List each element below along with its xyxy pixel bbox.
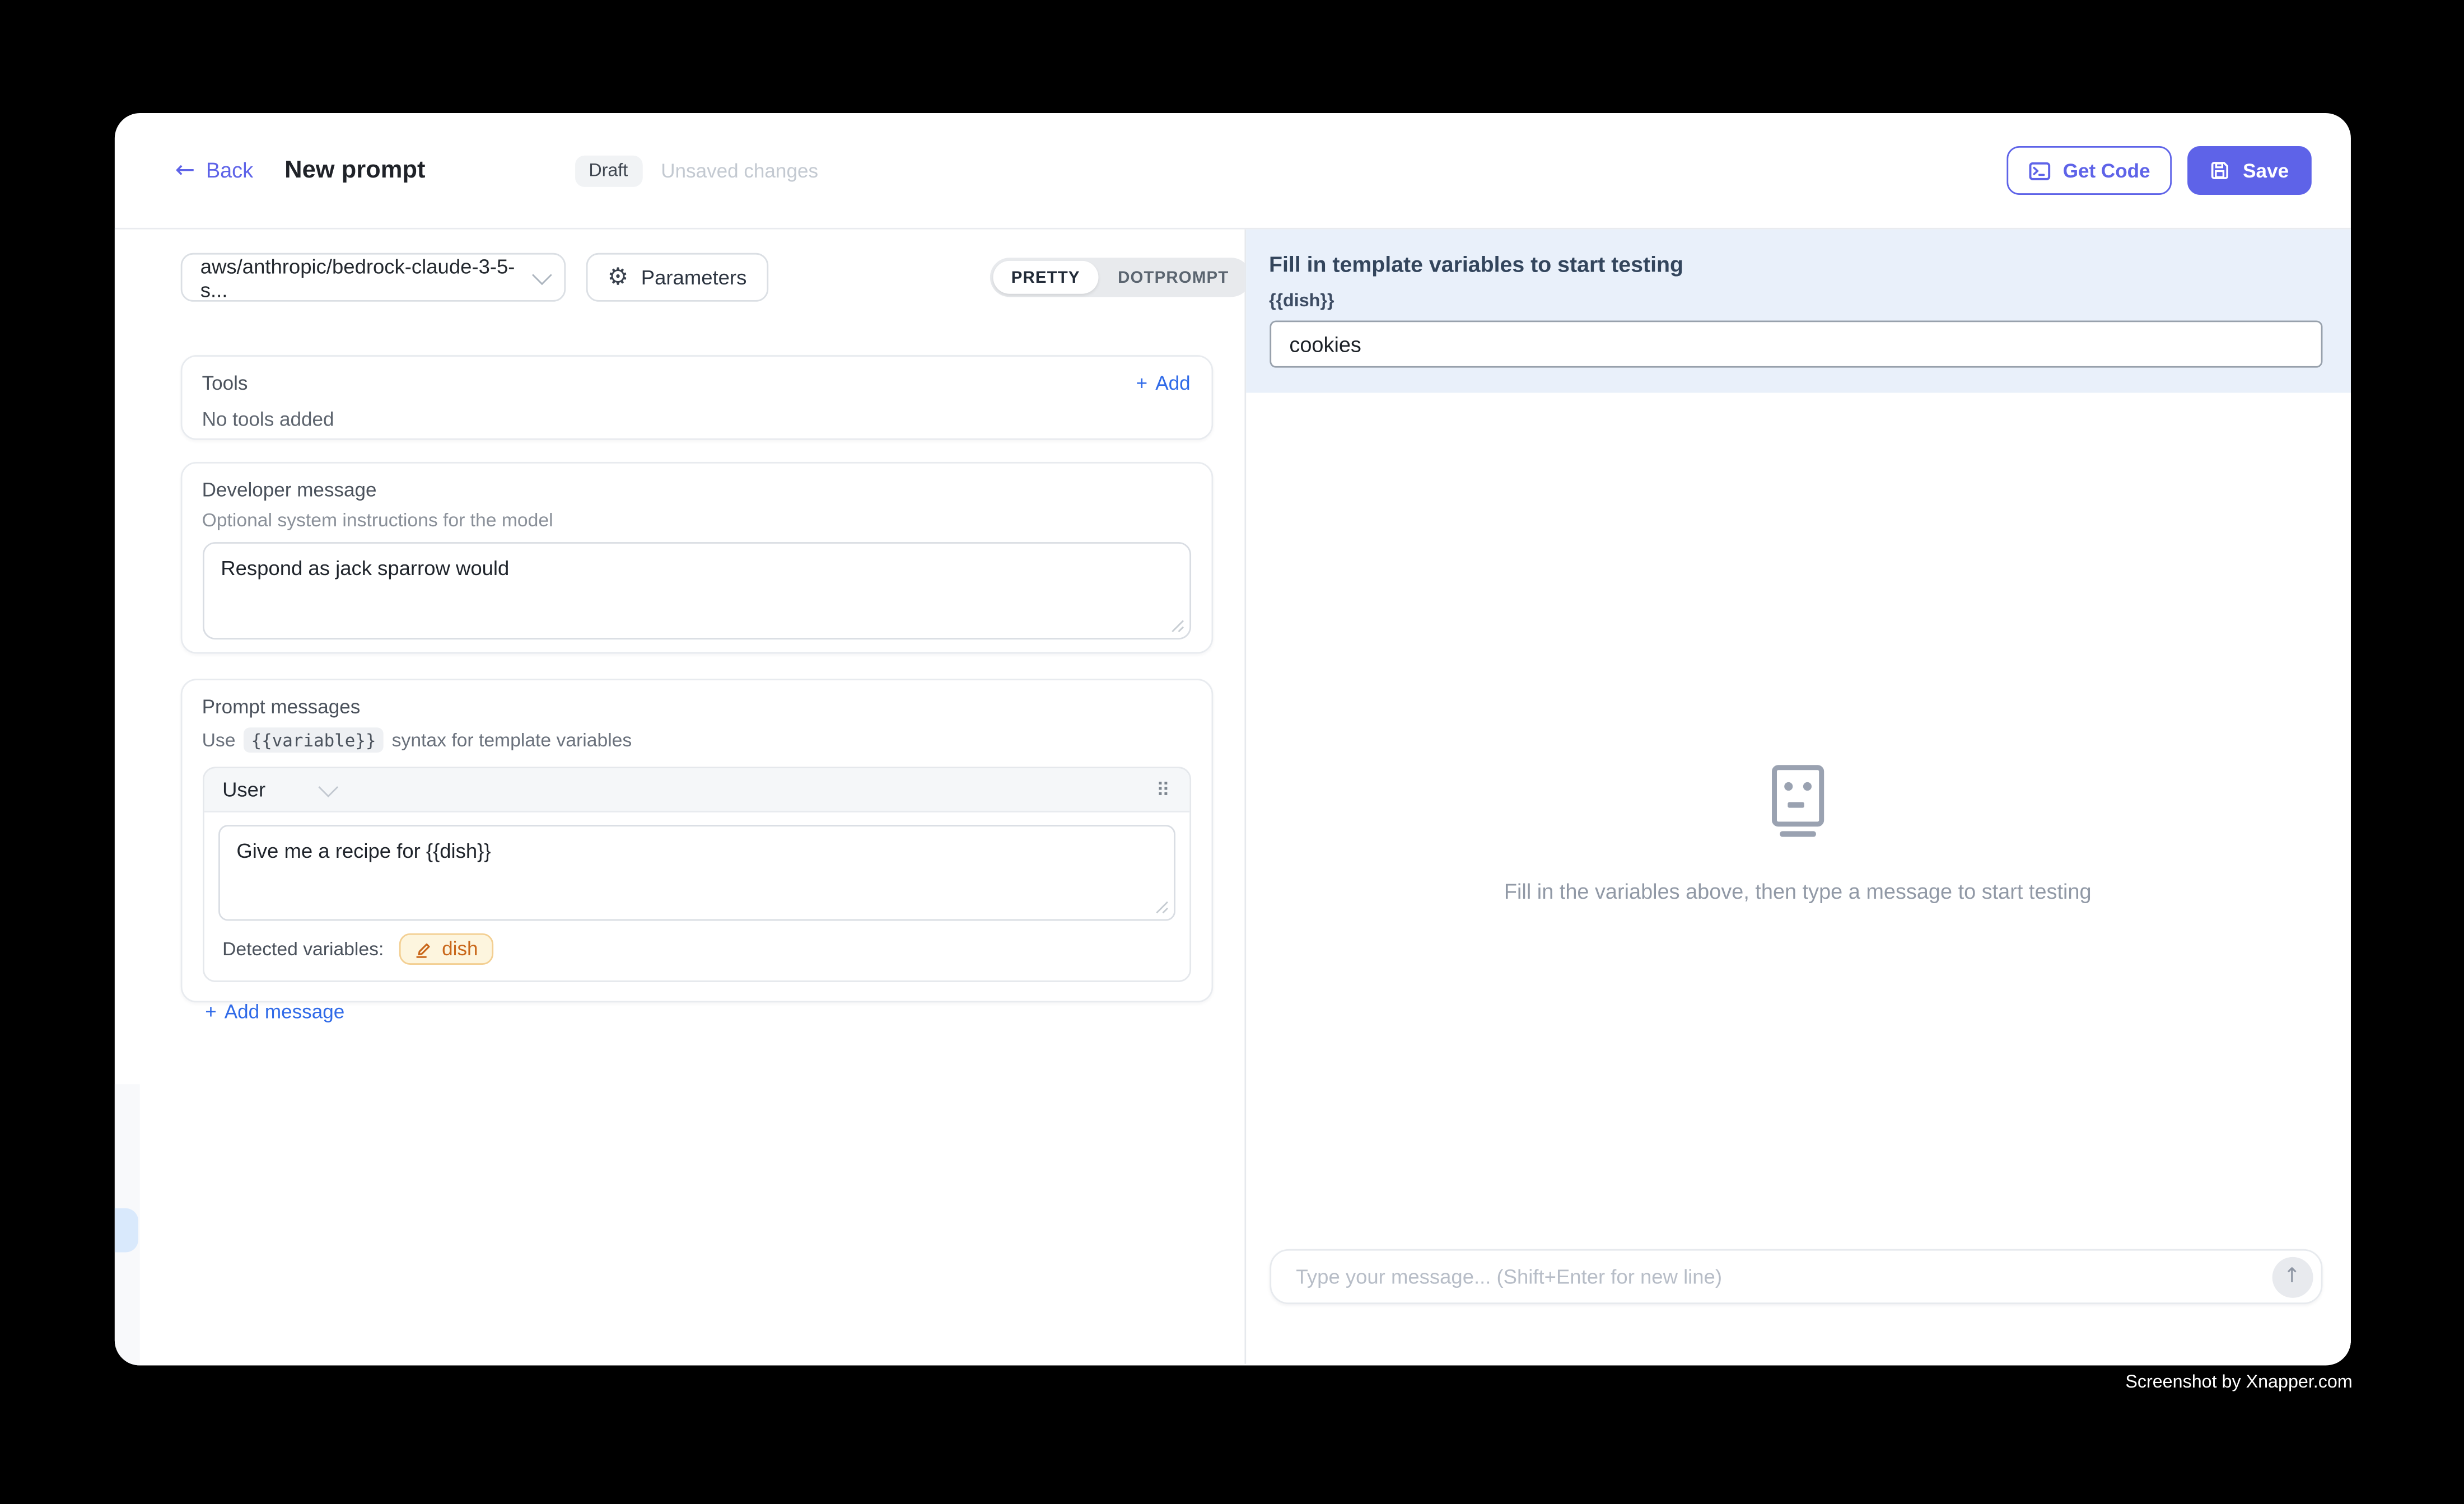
hint-prefix: Use (202, 729, 236, 751)
message-role-header: User ⠿ (203, 768, 1188, 812)
view-mode-toggle: PRETTY DOTPROMPT (989, 258, 1250, 297)
developer-message-card: Developer message Optional system instru… (180, 462, 1212, 653)
back-button[interactable]: ← Back (175, 158, 253, 182)
chat-empty-text: Fill in the variables above, then type a… (1504, 880, 2092, 903)
model-select[interactable]: aws/anthropic/bedrock-claude-3-5-s... (180, 253, 564, 302)
sidebar-active-item (114, 1208, 138, 1253)
drag-handle-icon[interactable]: ⠿ (1156, 778, 1170, 800)
message-textarea[interactable]: Give me a recipe for {{dish}} (218, 825, 1175, 921)
chat-area: Fill in the variables above, then type a… (1245, 393, 2350, 1364)
parameters-button[interactable]: ⚙ Parameters (585, 253, 768, 302)
test-panel-title: Fill in template variables to start test… (1269, 251, 2322, 277)
add-tool-label: Add (1155, 372, 1190, 394)
message-body: Give me a recipe for {{dish}} Detected v… (203, 812, 1188, 980)
variable-chip-label: dish (442, 938, 478, 960)
prompt-messages-card: Prompt messages Use {{variable}} syntax … (180, 679, 1212, 1002)
header-actions: Get Code Save (2006, 146, 2311, 195)
edit-pencil-icon (415, 940, 432, 957)
get-code-button[interactable]: Get Code (2006, 146, 2172, 195)
add-message-button[interactable]: + Add message (202, 1001, 1191, 1022)
parameters-label: Parameters (641, 265, 747, 289)
plus-icon: + (205, 1001, 217, 1022)
add-tool-button[interactable]: + Add (1136, 372, 1191, 394)
add-message-label: Add message (225, 1001, 344, 1022)
toggle-pretty[interactable]: PRETTY (992, 261, 1099, 294)
toggle-dotprompt[interactable]: DOTPROMPT (1099, 261, 1248, 294)
chat-message-input[interactable] (1292, 1263, 2271, 1290)
developer-message-title: Developer message (202, 479, 1191, 501)
variable-code-chip: {{variable}} (244, 727, 384, 753)
chat-empty-state: Fill in the variables above, then type a… (1504, 764, 2092, 904)
save-icon (2210, 160, 2230, 180)
status-badge: Draft (575, 155, 642, 186)
back-arrow-icon: ← (175, 158, 195, 182)
app-window: ← Back New prompt Draft Unsaved changes … (114, 113, 2350, 1365)
variable-syntax-hint: Use {{variable}} syntax for template var… (202, 727, 1191, 753)
developer-message-subtitle: Optional system instructions for the mod… (202, 509, 1191, 531)
chevron-down-icon[interactable] (318, 777, 338, 797)
developer-message-textarea[interactable]: Respond as jack sparrow would (202, 542, 1191, 639)
save-button[interactable]: Save (2188, 146, 2311, 195)
back-label: Back (206, 158, 253, 182)
variable-chip-dish[interactable]: dish (399, 933, 493, 965)
message-block: User ⠿ Give me a recipe for {{dish}} (202, 767, 1191, 982)
tools-card: Tools + Add No tools added (180, 355, 1212, 440)
gear-icon: ⚙ (608, 265, 629, 289)
no-tools-note: No tools added (202, 409, 1191, 431)
tools-title: Tools (202, 372, 248, 394)
get-code-label: Get Code (2063, 160, 2150, 181)
header: ← Back New prompt Draft Unsaved changes … (114, 113, 2350, 230)
screenshot-stage: ← Back New prompt Draft Unsaved changes … (0, 0, 2464, 1504)
terminal-icon (2028, 161, 2050, 180)
unsaved-changes-note: Unsaved changes (661, 160, 818, 181)
page-title: New prompt (284, 156, 425, 185)
template-variables-box: Fill in template variables to start test… (1245, 230, 2350, 393)
chat-input-bar: ↑ (1269, 1249, 2322, 1304)
role-select-value: User (222, 778, 265, 801)
variable-name-label: {{dish}} (1269, 292, 2322, 311)
robot-face-icon (1766, 764, 1829, 838)
save-label: Save (2243, 160, 2289, 181)
detected-variables-label: Detected variables: (222, 938, 384, 960)
watermark: Screenshot by Xnapper.com (2125, 1374, 2352, 1393)
model-select-value: aws/anthropic/bedrock-claude-3-5-s... (200, 254, 532, 301)
send-arrow-icon: ↑ (2283, 1265, 2300, 1288)
send-button[interactable]: ↑ (2271, 1256, 2312, 1297)
prompt-messages-title: Prompt messages (202, 696, 1191, 718)
detected-variables-row: Detected variables: dish (218, 933, 1175, 965)
hint-suffix: syntax for template variables (392, 729, 632, 751)
test-pane: Fill in template variables to start test… (1244, 230, 2350, 1364)
variable-value-input[interactable] (1269, 320, 2322, 367)
plus-icon: + (1136, 372, 1148, 394)
main-split: aws/anthropic/bedrock-claude-3-5-s... ⚙ … (114, 230, 2350, 1364)
chevron-down-icon (531, 265, 552, 285)
prompt-editor-pane: aws/anthropic/bedrock-claude-3-5-s... ⚙ … (114, 230, 1244, 1364)
